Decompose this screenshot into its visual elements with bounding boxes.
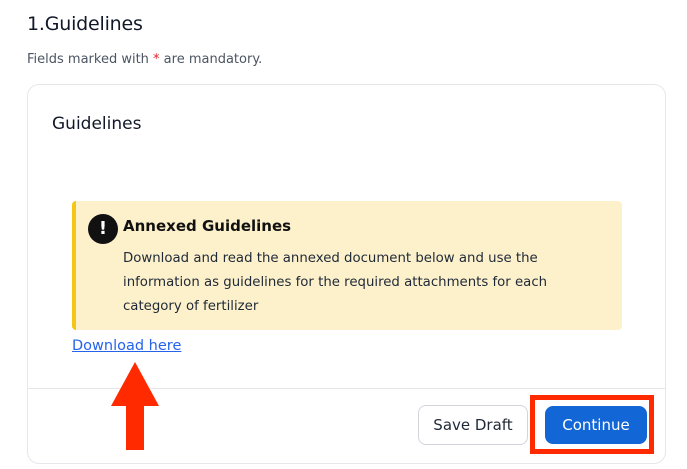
card-title: Guidelines	[52, 114, 142, 134]
alert-title: Annexed Guidelines	[123, 217, 292, 235]
annexed-guidelines-alert: ! Annexed Guidelines Download and read t…	[72, 201, 622, 330]
continue-button[interactable]: Continue	[545, 406, 647, 444]
annotation-arrow-icon	[111, 362, 159, 450]
page: 1.Guidelines Fields marked with * are ma…	[0, 0, 687, 469]
mandatory-note: Fields marked with * are mandatory.	[27, 52, 262, 67]
exclamation-icon: !	[88, 214, 118, 244]
continue-highlight-box: Continue	[530, 395, 654, 454]
download-here-link[interactable]: Download here	[72, 338, 181, 354]
mandatory-prefix: Fields marked with	[27, 52, 154, 67]
save-draft-button[interactable]: Save Draft	[418, 405, 528, 445]
mandatory-suffix: are mandatory.	[159, 52, 263, 67]
step-title: 1.Guidelines	[27, 13, 143, 35]
alert-body: Download and read the annexed document b…	[123, 251, 548, 314]
